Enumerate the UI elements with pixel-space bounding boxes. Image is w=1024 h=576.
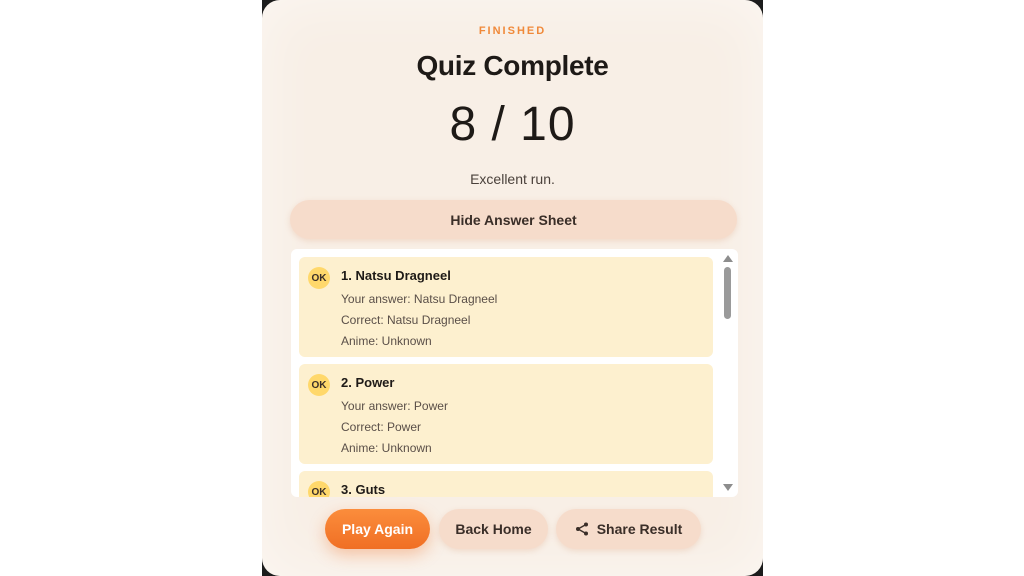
- correct-badge: OK: [308, 374, 330, 396]
- answer-item: OK 3. Guts: [299, 471, 713, 497]
- answer-item: OK 2. Power Your answer: Power Correct: …: [299, 364, 713, 464]
- status-eyebrow: FINISHED: [478, 25, 547, 37]
- your-answer-text: Your answer: Natsu Dragneel: [341, 292, 498, 306]
- results-card: FINISHED Quiz Complete 8 / 10 Excellent …: [262, 0, 763, 576]
- correct-answer-text: Correct: Natsu Dragneel: [341, 313, 471, 327]
- answer-item: OK 1. Natsu Dragneel Your answer: Natsu …: [299, 257, 713, 357]
- scroll-up-arrow-icon[interactable]: [723, 255, 733, 262]
- anime-text: Anime: Unknown: [341, 334, 432, 348]
- correct-answer-text: Correct: Power: [341, 420, 422, 434]
- result-message: Excellent run.: [470, 171, 555, 187]
- score-display: 8 / 10: [449, 98, 576, 151]
- toggle-answer-sheet-button[interactable]: Hide Answer Sheet: [290, 200, 737, 239]
- answer-title: 1. Natsu Dragneel: [341, 268, 451, 283]
- play-again-button[interactable]: Play Again: [325, 509, 430, 549]
- share-icon: [575, 522, 588, 536]
- page-title: Quiz Complete: [416, 50, 609, 81]
- correct-badge: OK: [308, 481, 330, 497]
- scroll-down-arrow-icon[interactable]: [723, 484, 733, 491]
- answer-title: 3. Guts: [341, 482, 386, 497]
- share-result-button[interactable]: Share Result: [556, 509, 701, 549]
- back-home-label: Back Home: [455, 521, 532, 537]
- your-answer-text: Your answer: Power: [341, 399, 448, 413]
- answer-title: 2. Power: [341, 375, 395, 390]
- play-again-label: Play Again: [341, 521, 414, 537]
- back-home-button[interactable]: Back Home: [439, 509, 548, 549]
- correct-badge: OK: [308, 267, 330, 289]
- scrollbar-thumb[interactable]: [724, 267, 731, 319]
- scrollbar[interactable]: [722, 253, 734, 493]
- answer-sheet[interactable]: OK 1. Natsu Dragneel Your answer: Natsu …: [291, 249, 738, 497]
- answer-list: OK 1. Natsu Dragneel Your answer: Natsu …: [299, 257, 713, 497]
- anime-text: Anime: Unknown: [341, 441, 432, 455]
- share-result-label: Share Result: [596, 521, 683, 537]
- action-bar: Play Again Back Home Share Result: [262, 509, 763, 549]
